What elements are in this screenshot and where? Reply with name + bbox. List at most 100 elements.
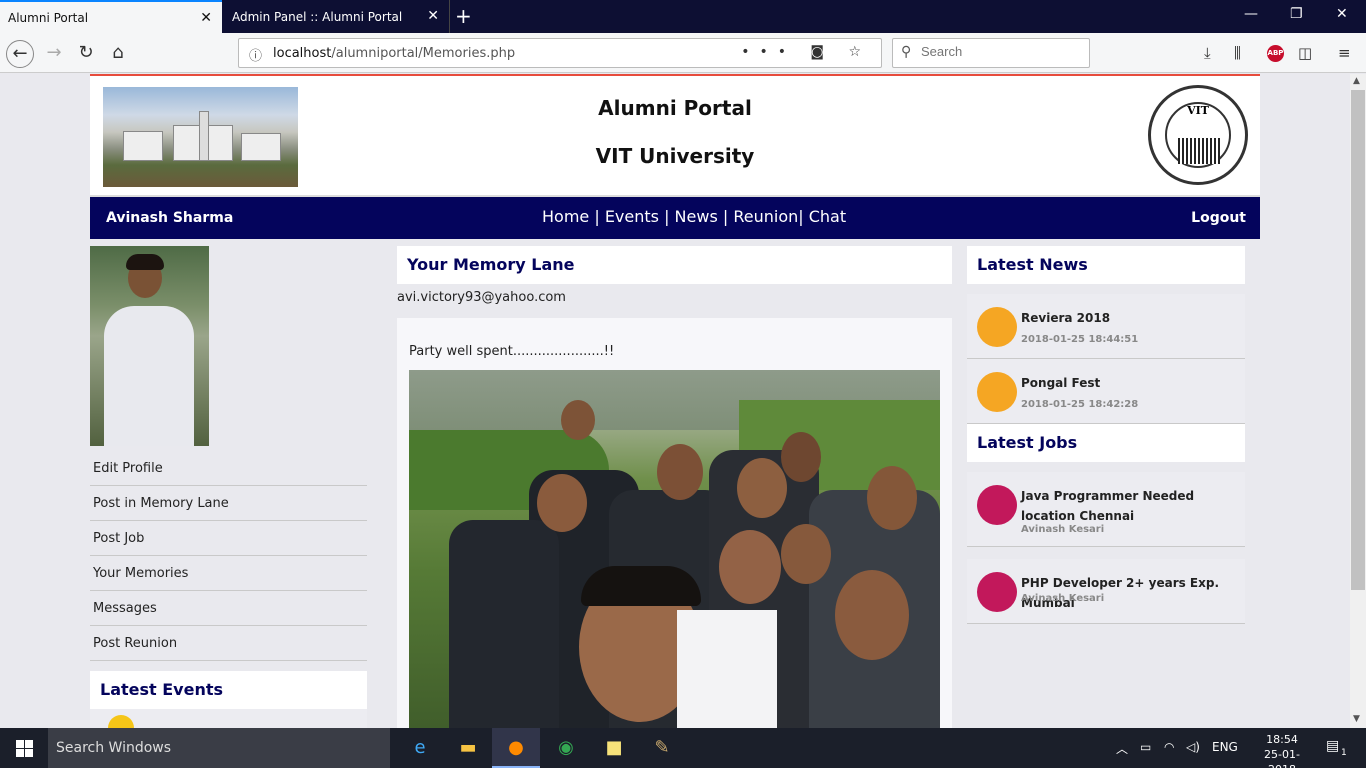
news-item[interactable]: Reviera 2018 2018-01-25 18:44:51 bbox=[967, 294, 1245, 359]
nav-reunion-link[interactable]: Reunion bbox=[733, 207, 798, 226]
site-header: Alumni Portal VIT University VIT bbox=[90, 74, 1260, 197]
job-title: Java Programmer Needed location Chennai bbox=[1021, 489, 1195, 523]
sidebar-item-your-memories[interactable]: Your Memories bbox=[90, 556, 367, 591]
latest-events-title: Latest Events bbox=[90, 671, 367, 709]
sidebar-icon[interactable]: ◫ bbox=[1298, 44, 1312, 62]
jobs-icon bbox=[977, 572, 1017, 612]
language-indicator[interactable]: ENG bbox=[1212, 740, 1238, 754]
sidebar-menu: Edit Profile Post in Memory Lane Post Jo… bbox=[90, 451, 367, 661]
wifi-icon[interactable]: ◠ bbox=[1164, 740, 1174, 754]
sidebar-item-post-job[interactable]: Post Job bbox=[90, 521, 367, 556]
news-date: 2018-01-25 18:42:28 bbox=[1021, 399, 1139, 410]
main-nav-bar: Avinash Sharma Home | Events | News | Re… bbox=[90, 197, 1260, 239]
news-icon bbox=[977, 307, 1017, 347]
news-title: Reviera 2018 bbox=[1021, 311, 1111, 325]
firefox-icon[interactable]: ● bbox=[492, 728, 540, 768]
back-arrow-icon[interactable]: ← bbox=[6, 40, 34, 68]
site-title: Alumni Portal bbox=[598, 96, 752, 120]
profile-photo bbox=[90, 246, 209, 446]
clock-date: 25-01-2018 bbox=[1264, 748, 1300, 768]
news-icon bbox=[977, 372, 1017, 412]
windows-taskbar: Search Windows e ▬ ● ◉ ■ ✎ ︿ ▭ ◠ ◁) ENG … bbox=[0, 728, 1366, 768]
volume-icon[interactable]: ◁) bbox=[1186, 740, 1200, 754]
sidebar-item-post-memory[interactable]: Post in Memory Lane bbox=[90, 486, 367, 521]
browser-toolbar: ← → ↻ ⌂ ⓘ localhost/alumniportal/Memorie… bbox=[0, 33, 1366, 73]
site-subtitle: VIT University bbox=[595, 144, 755, 168]
notification-count: 1 bbox=[1341, 748, 1347, 758]
news-title: Pongal Fest bbox=[1021, 376, 1101, 390]
nav-news-link[interactable]: News bbox=[675, 207, 718, 226]
tab-alumni-portal[interactable]: Alumni Portal ✕ bbox=[0, 0, 222, 33]
battery-icon[interactable]: ▭ bbox=[1140, 740, 1151, 754]
taskbar-search[interactable]: Search Windows bbox=[48, 728, 390, 768]
latest-jobs-box: Latest Jobs Java Programmer Needed locat… bbox=[967, 424, 1245, 624]
file-explorer-icon[interactable]: ▬ bbox=[444, 728, 492, 768]
tray-chevron-icon[interactable]: ︿ bbox=[1116, 740, 1128, 757]
news-item[interactable]: Pongal Fest 2018-01-25 18:42:28 bbox=[967, 359, 1245, 424]
tab-admin-panel[interactable]: Admin Panel :: Alumni Portal ✕ bbox=[224, 0, 450, 33]
download-icon[interactable]: ⤓ bbox=[1204, 44, 1211, 62]
tab-label: Admin Panel :: Alumni Portal bbox=[232, 9, 403, 24]
home-icon[interactable]: ⌂ bbox=[104, 40, 132, 68]
job-author: Avinash Kesari bbox=[1021, 524, 1105, 535]
window-close-icon[interactable]: ✕ bbox=[1336, 6, 1348, 22]
nav-links: Home | Events | News | Reunion| Chat bbox=[542, 207, 847, 226]
close-tab-icon[interactable]: ✕ bbox=[200, 10, 212, 26]
scrollbar-thumb[interactable] bbox=[1351, 90, 1365, 590]
nav-home-link[interactable]: Home bbox=[542, 207, 589, 226]
logout-link[interactable]: Logout bbox=[1191, 210, 1246, 226]
sticky-notes-icon[interactable]: ■ bbox=[590, 728, 638, 768]
close-tab-icon[interactable]: ✕ bbox=[427, 8, 439, 24]
sidebar-item-messages[interactable]: Messages bbox=[90, 591, 367, 626]
edge-icon[interactable]: e bbox=[396, 728, 444, 768]
job-item[interactable]: PHP Developer 2+ years Exp. Mumbai Avina… bbox=[967, 559, 1245, 624]
taskbar-clock[interactable]: 18:54 25-01-2018 bbox=[1258, 732, 1306, 768]
sidebar-item-edit-profile[interactable]: Edit Profile bbox=[90, 451, 367, 486]
chrome-icon[interactable]: ◉ bbox=[542, 728, 590, 768]
page-content: Alumni Portal VIT University VIT Avinash… bbox=[0, 74, 1350, 728]
search-box[interactable]: ⚲ bbox=[892, 38, 1090, 68]
campus-image bbox=[103, 87, 298, 187]
search-icon: ⚲ bbox=[901, 44, 912, 60]
clock-time: 18:54 bbox=[1266, 733, 1298, 746]
job-item[interactable]: Java Programmer Needed location Chennai … bbox=[967, 472, 1245, 547]
latest-events-box: Latest Events bbox=[90, 671, 367, 728]
memory-lane-section: Your Memory Lane avi.victory93@yahoo.com… bbox=[397, 246, 952, 728]
jobs-icon bbox=[977, 485, 1017, 525]
page-actions[interactable]: ••• ◙ ☆ bbox=[741, 44, 871, 60]
search-input[interactable] bbox=[921, 44, 1081, 59]
job-author: Avinash Kesari bbox=[1021, 593, 1105, 604]
memory-post: Party well spent......................!! bbox=[397, 318, 952, 728]
latest-jobs-title: Latest Jobs bbox=[967, 424, 1245, 462]
nav-chat-link[interactable]: Chat bbox=[809, 207, 846, 226]
minimize-icon[interactable]: — bbox=[1244, 6, 1258, 22]
news-date: 2018-01-25 18:44:51 bbox=[1021, 334, 1139, 345]
latest-news-box: Latest News Reviera 2018 2018-01-25 18:4… bbox=[967, 246, 1245, 424]
university-seal-logo: VIT bbox=[1148, 85, 1248, 185]
page-scrollbar[interactable]: ▲ ▼ bbox=[1350, 74, 1366, 728]
site-info-icon[interactable]: ⓘ bbox=[249, 45, 262, 64]
nav-events-link[interactable]: Events bbox=[605, 207, 659, 226]
menu-icon[interactable]: ≡ bbox=[1338, 44, 1351, 62]
latest-news-title: Latest News bbox=[967, 246, 1245, 284]
browser-tab-strip: Alumni Portal ✕ Admin Panel :: Alumni Po… bbox=[0, 0, 1366, 33]
adblock-icon[interactable]: ABP bbox=[1267, 45, 1284, 62]
windows-start-icon[interactable] bbox=[0, 728, 48, 768]
post-caption: Party well spent......................!! bbox=[409, 344, 615, 359]
paint-icon[interactable]: ✎ bbox=[638, 728, 686, 768]
group-selfie-photo bbox=[409, 370, 940, 728]
forward-arrow-icon[interactable]: → bbox=[40, 40, 68, 68]
memory-lane-title: Your Memory Lane bbox=[397, 246, 952, 284]
tab-label: Alumni Portal bbox=[8, 10, 89, 25]
reload-icon[interactable]: ↻ bbox=[72, 40, 100, 68]
library-icon[interactable]: ⫼ bbox=[1234, 44, 1241, 62]
notification-icon[interactable]: ▤ bbox=[1326, 738, 1339, 754]
sidebar-item-post-reunion[interactable]: Post Reunion bbox=[90, 626, 367, 661]
url-text: localhost/alumniportal/Memories.php bbox=[273, 46, 516, 61]
address-bar[interactable]: ⓘ localhost/alumniportal/Memories.php ••… bbox=[238, 38, 882, 68]
user-name: Avinash Sharma bbox=[106, 210, 234, 226]
new-tab-icon[interactable]: + bbox=[455, 4, 472, 28]
restore-icon[interactable]: ❐ bbox=[1290, 6, 1303, 22]
event-icon bbox=[108, 715, 134, 728]
author-email: avi.victory93@yahoo.com bbox=[397, 290, 566, 305]
